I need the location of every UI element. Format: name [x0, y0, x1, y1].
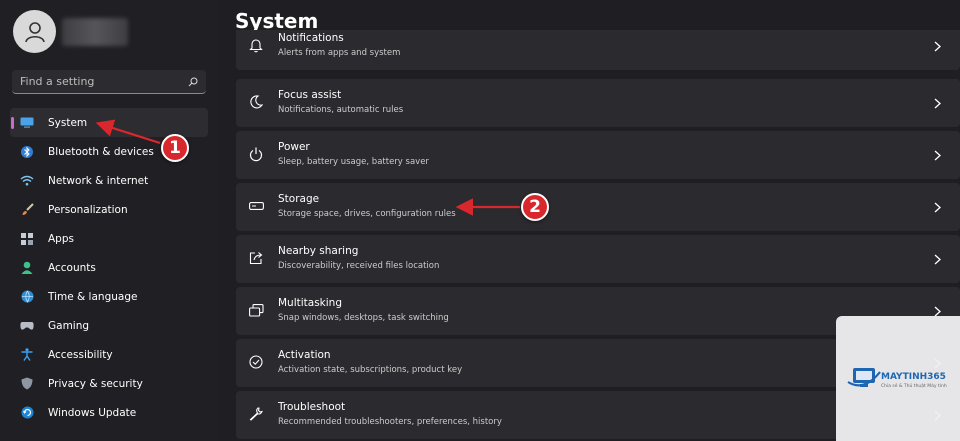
annotation-badge-1: 1 [161, 134, 189, 162]
annotation-arrows [95, 119, 520, 216]
watermark-tagline: Chia sẻ & Thủ thuật Máy tính [881, 384, 947, 389]
watermark-logo: MAYTINH365 Chia sẻ & Thủ thuật Máy tính [836, 316, 960, 441]
annotation-badge-2: 2 [521, 193, 549, 221]
watermark-logo-icon [847, 368, 881, 387]
arrow-1 [95, 119, 161, 145]
watermark-brand: MAYTINH365 [881, 372, 946, 382]
